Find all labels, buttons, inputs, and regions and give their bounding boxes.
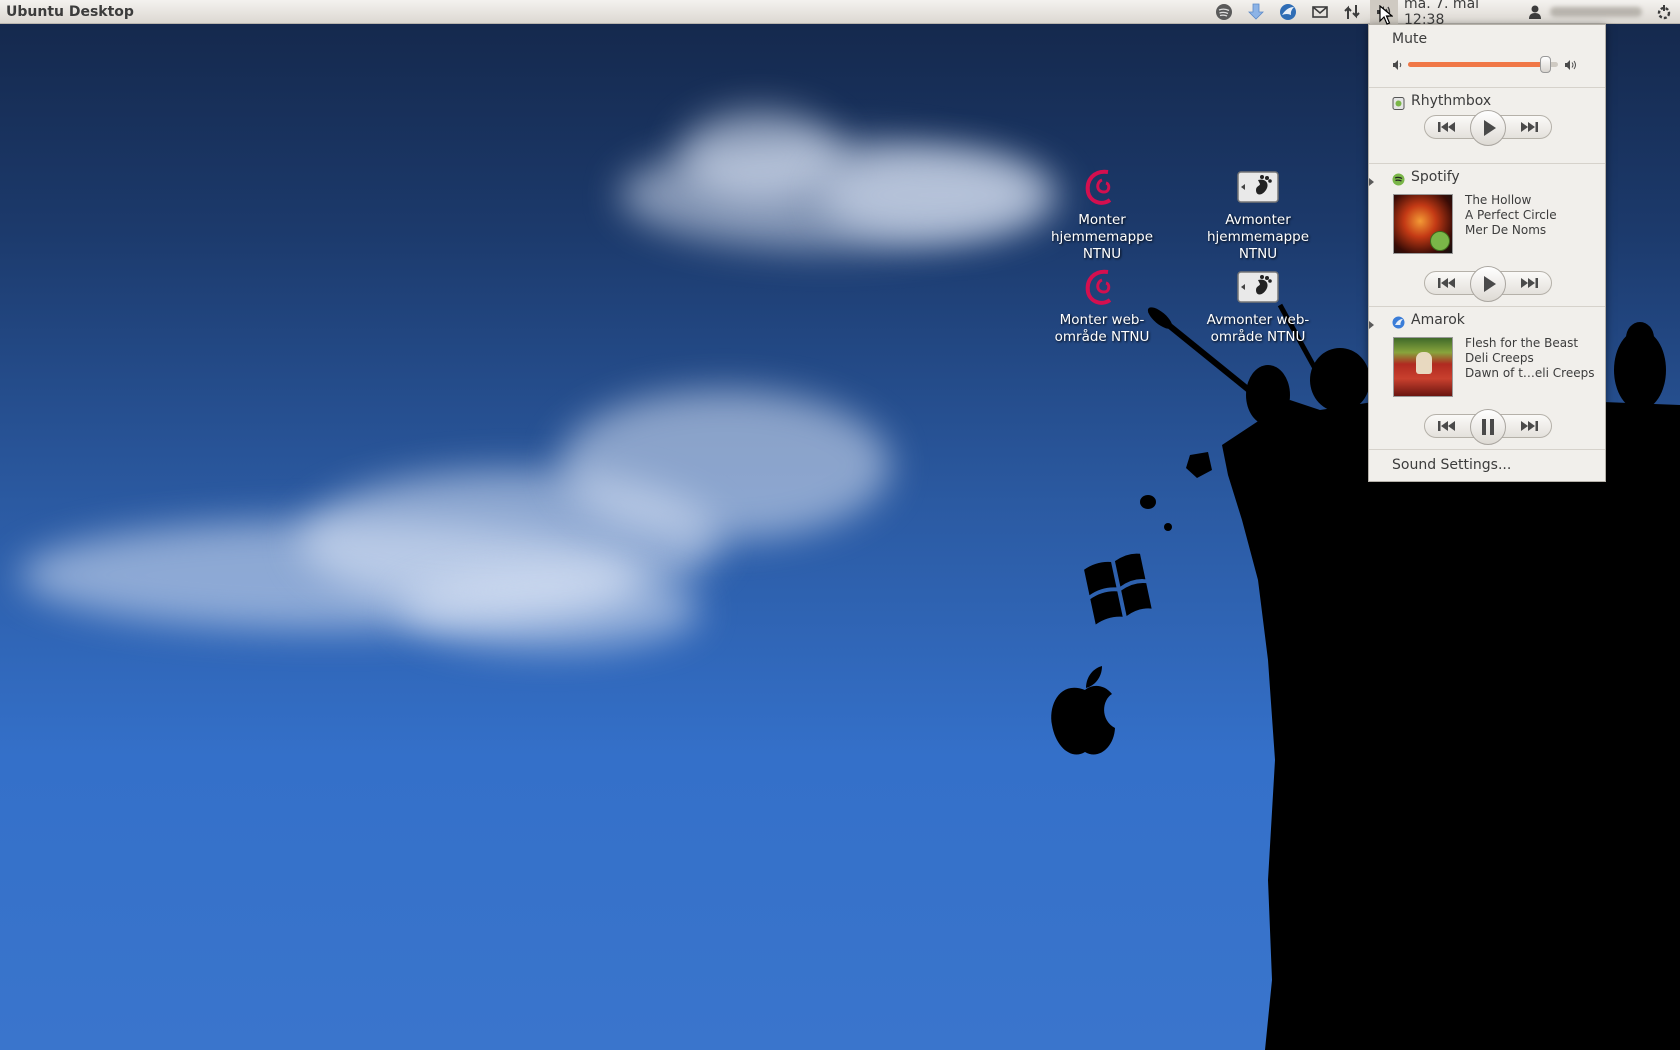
player-name: Amarok (1411, 312, 1465, 328)
blurred-username (1550, 7, 1642, 17)
mute-menu-item[interactable]: Mute (1392, 31, 1427, 47)
network-arrows-icon (1344, 5, 1360, 19)
next-button[interactable] (1512, 115, 1546, 139)
previous-track-icon (1438, 122, 1455, 132)
session-gear-icon (1657, 5, 1671, 20)
previous-button[interactable] (1430, 271, 1464, 295)
album-art (1393, 194, 1453, 254)
amarok-icon (1392, 316, 1405, 329)
player-spotify[interactable]: Spotify The Hollow A Perfect Circle Mer … (1369, 164, 1605, 304)
tray-item-session[interactable] (1652, 0, 1676, 24)
desktop-icon-avmonter-hjemmemappe[interactable]: Avmonter hjemmemappe NTNU (1193, 166, 1323, 263)
debian-swirl-icon (1085, 169, 1112, 205)
gnome-foot-icon (1237, 271, 1279, 303)
tray-item-network[interactable] (1341, 0, 1363, 24)
desktop-icon-label: Monter web- (1059, 312, 1145, 328)
next-track-icon (1521, 122, 1538, 132)
transport-controls (1424, 266, 1554, 302)
next-track-icon (1521, 421, 1538, 431)
play-button[interactable] (1470, 266, 1506, 302)
desktop-icon-monter-hjemmemappe[interactable]: Monter hjemmemappe NTNU (1037, 166, 1167, 263)
volume-slider-fill (1408, 62, 1551, 67)
desktop-icon-monter-webomrade[interactable]: Monter web- område NTNU (1037, 266, 1167, 346)
app-title: Ubuntu Desktop (6, 3, 134, 20)
spotify-icon (1392, 173, 1405, 186)
track-title: The Hollow (1465, 193, 1532, 207)
volume-slider-thumb[interactable] (1540, 56, 1552, 73)
desktop-icon-label: NTNU (1082, 246, 1122, 262)
transport-controls (1424, 110, 1554, 146)
track-album: Dawn of t…eli Creeps (1465, 366, 1595, 380)
download-arrow-icon (1248, 3, 1264, 20)
top-panel: Ubuntu Desktop ma. 7. mai 12:38 (0, 0, 1680, 28)
player-amarok[interactable]: Amarok Flesh for the Beast Deli Creeps D… (1369, 307, 1605, 447)
menu-separator (1369, 449, 1605, 450)
player-name: Spotify (1411, 169, 1460, 185)
next-button[interactable] (1512, 271, 1546, 295)
previous-button[interactable] (1430, 414, 1464, 438)
active-player-marker (1369, 178, 1374, 186)
sound-settings-menu-item[interactable]: Sound Settings... (1392, 457, 1511, 473)
spotify-badge-icon (1430, 231, 1450, 251)
tray-item-downloads[interactable] (1245, 0, 1267, 24)
desktop-icon-label: Avmonter web- (1206, 312, 1310, 328)
transport-controls (1424, 409, 1554, 445)
volume-low-icon (1393, 60, 1402, 70)
play-icon (1484, 120, 1496, 136)
desktop-icon-avmonter-webomrade[interactable]: Avmonter web- område NTNU (1193, 266, 1323, 346)
next-track-icon (1521, 278, 1538, 288)
track-artist: Deli Creeps (1465, 351, 1534, 365)
desktop-icon-label: hjemmemappe (1050, 229, 1154, 245)
tray-item-user[interactable] (1526, 0, 1646, 24)
next-button[interactable] (1512, 414, 1546, 438)
gnome-foot-icon (1237, 171, 1279, 203)
album-art (1393, 337, 1453, 397)
tray-item-spotify[interactable] (1213, 0, 1235, 24)
player-rhythmbox[interactable]: Rhythmbox (1369, 88, 1605, 152)
clock-indicator[interactable]: ma. 7. mai 12:38 (1404, 0, 1522, 28)
desktop-icon-label: område NTNU (1054, 329, 1150, 345)
rhythmbox-icon (1392, 97, 1405, 110)
pause-button[interactable] (1470, 409, 1506, 445)
pause-icon (1482, 419, 1494, 435)
play-icon (1484, 276, 1496, 292)
desktop-icon-label: Avmonter (1225, 212, 1291, 228)
tray-item-mail[interactable] (1309, 0, 1331, 24)
volume-slider[interactable] (1408, 56, 1558, 73)
thunderbird-icon (1280, 4, 1296, 20)
desktop-icon-label: område NTNU (1210, 329, 1306, 345)
mouse-cursor-icon (1379, 5, 1393, 25)
desktop-icon-label: hjemmemappe (1206, 229, 1310, 245)
album-art-figure (1416, 352, 1432, 374)
debian-swirl-icon (1085, 269, 1112, 305)
previous-button[interactable] (1430, 115, 1464, 139)
previous-track-icon (1438, 421, 1455, 431)
spotify-tray-icon (1216, 4, 1232, 20)
user-icon (1529, 5, 1541, 19)
sound-menu: Mute Rhythmbox Spotify The Hollow A Perf… (1368, 24, 1606, 482)
player-name: Rhythmbox (1411, 93, 1492, 109)
track-artist: A Perfect Circle (1465, 208, 1557, 222)
previous-track-icon (1438, 278, 1455, 288)
desktop-icon-label: Monter (1078, 212, 1126, 228)
mail-icon (1312, 6, 1328, 18)
play-button[interactable] (1470, 110, 1506, 146)
track-album: Mer De Noms (1465, 223, 1547, 237)
active-player-marker (1369, 321, 1374, 329)
track-title: Flesh for the Beast (1465, 336, 1579, 350)
desktop-icon-label: NTNU (1238, 246, 1278, 262)
volume-high-icon (1565, 60, 1576, 70)
tray-item-thunderbird[interactable] (1277, 0, 1299, 24)
